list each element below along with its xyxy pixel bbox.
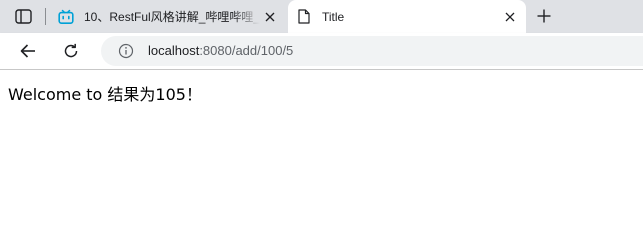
back-arrow-icon[interactable]: [17, 40, 39, 62]
tab-strip: 10、RestFul风格讲解_哔哩哔哩_b Title: [0, 0, 643, 33]
close-tab-icon[interactable]: [260, 7, 280, 27]
tab-bilibili[interactable]: 10、RestFul风格讲解_哔哩哔哩_b: [50, 0, 286, 33]
url-path: :8080/add/100/5: [199, 43, 294, 58]
tab-title-page[interactable]: Title: [288, 0, 526, 33]
tab-title: 10、RestFul风格讲解_哔哩哔哩_b: [84, 10, 260, 24]
welcome-message: Welcome to 结果为105！: [8, 85, 202, 104]
browser-window: 10、RestFul风格讲解_哔哩哔哩_b Title localhost:80…: [0, 0, 643, 251]
tab-title: Title: [322, 9, 345, 24]
address-bar[interactable]: localhost:8080/add/100/5: [101, 36, 643, 66]
info-icon[interactable]: [118, 43, 134, 59]
tab-divider: [45, 8, 46, 25]
toolbar: localhost:8080/add/100/5: [0, 33, 643, 70]
new-tab-plus-icon[interactable]: [533, 5, 555, 27]
page-icon: [296, 9, 312, 25]
page-content: Welcome to 结果为105！: [0, 70, 643, 251]
tab-actions-icon[interactable]: [14, 8, 32, 24]
close-tab-icon[interactable]: [500, 7, 520, 27]
reload-icon[interactable]: [60, 40, 82, 62]
bilibili-tv-icon: [58, 9, 74, 25]
url-text[interactable]: localhost:8080/add/100/5: [148, 43, 293, 59]
url-host: localhost: [148, 43, 200, 58]
